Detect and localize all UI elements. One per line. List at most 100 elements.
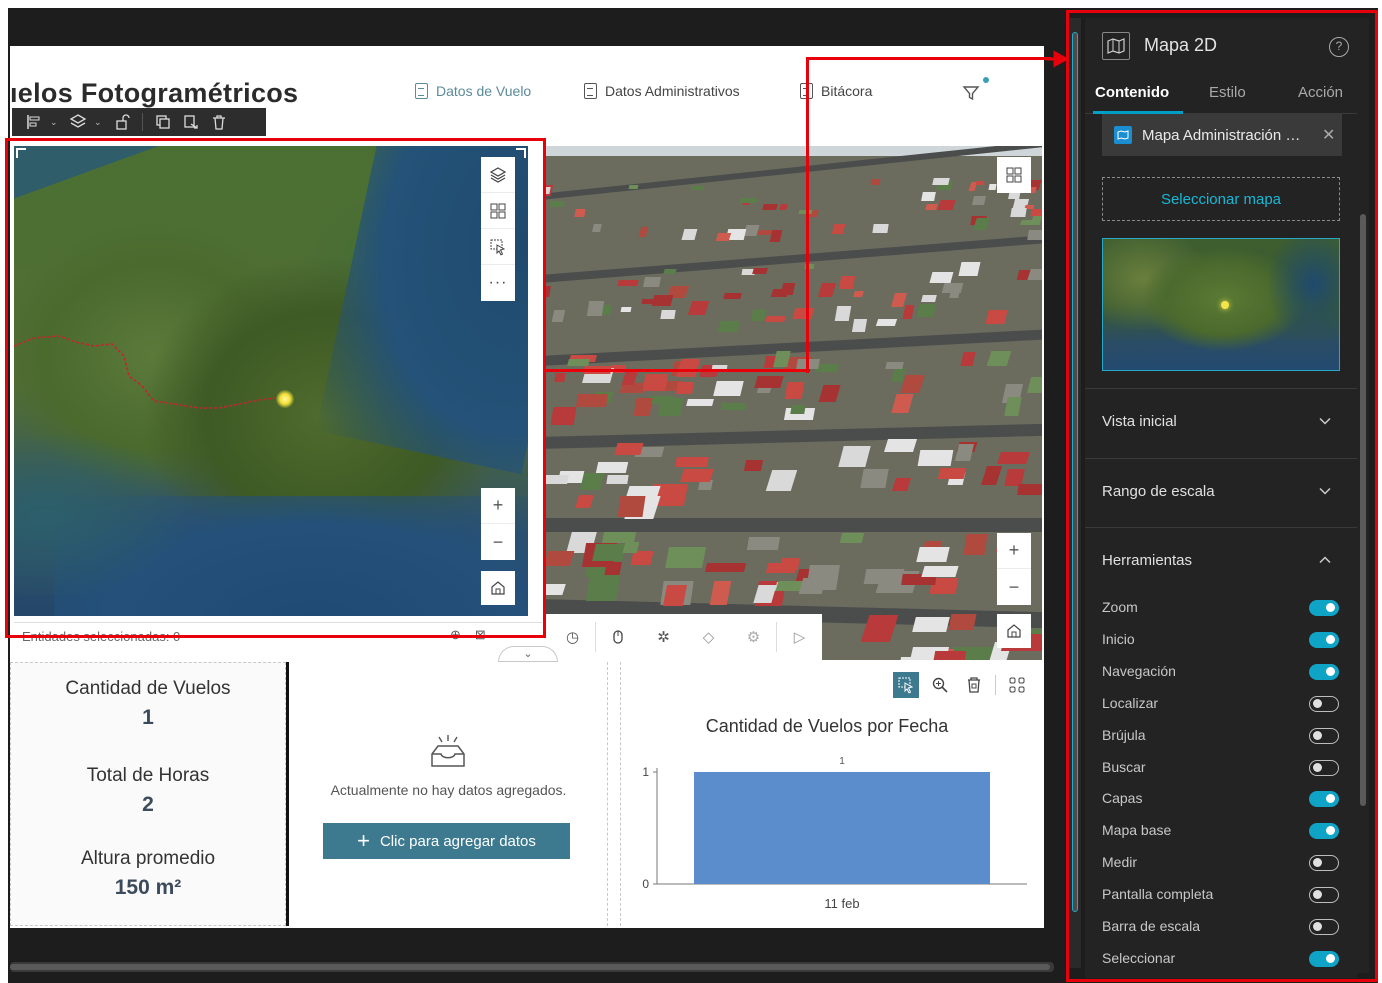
building-roof: [851, 318, 867, 333]
scene-basemap-button[interactable]: [997, 157, 1031, 193]
building-roof: [690, 186, 705, 191]
layers-order-button[interactable]: [66, 110, 90, 134]
collapse-toggle[interactable]: ⌄: [498, 646, 558, 662]
building-roof: [676, 381, 694, 395]
building-roof: [770, 288, 790, 297]
building-roof: [595, 461, 628, 474]
play-button[interactable]: ▷: [777, 614, 822, 660]
building-roof: [723, 293, 743, 300]
building-roof: [872, 224, 890, 234]
building-roof: [719, 402, 747, 411]
duplicate-button[interactable]: [151, 110, 175, 134]
zoom-icon: [932, 677, 948, 693]
building-roof: [997, 451, 1031, 465]
building-roof: [863, 568, 905, 585]
pan-button[interactable]: [596, 614, 641, 660]
eraser-button[interactable]: ◇: [686, 614, 731, 660]
timer-button[interactable]: ◷: [550, 614, 595, 660]
align-button[interactable]: [22, 110, 46, 134]
building-roof: [1003, 396, 1022, 416]
horizontal-scrollbar[interactable]: [10, 962, 1054, 972]
nav-bitacora[interactable]: Bitácora: [800, 80, 872, 102]
building-roof: [921, 294, 937, 302]
select-pointer-button[interactable]: ✲: [641, 614, 686, 660]
building-roof: [712, 380, 744, 396]
building-roof: [676, 358, 701, 377]
building-roof: [632, 397, 653, 416]
chevron-down-icon[interactable]: ⌄: [94, 110, 106, 134]
building-roof: [949, 290, 960, 298]
zoom-out-button[interactable]: −: [997, 569, 1031, 605]
chart-clear-button[interactable]: [961, 672, 987, 698]
scene-home-button[interactable]: [997, 614, 1031, 648]
copy-to-button[interactable]: [179, 110, 203, 134]
chart-more-button[interactable]: [1004, 672, 1030, 698]
data-label: 1: [839, 756, 845, 767]
chart-toolbar: [893, 672, 1030, 698]
building-roof: [972, 195, 987, 205]
basemap-gallery-icon: [1006, 167, 1022, 183]
nav-datos-de-vuelo[interactable]: Datos de Vuelo: [415, 80, 531, 102]
settings-button[interactable]: ⚙: [731, 614, 776, 660]
building-roof: [912, 617, 951, 633]
building-roof: [884, 439, 918, 453]
building-roof: [917, 450, 954, 466]
building-roof: [948, 614, 977, 630]
annotation-highlight-2d-map: [5, 138, 546, 638]
chart-title: Cantidad de Vuelos por Fecha: [705, 716, 949, 736]
empty-message: Actualmente no hay datos agregados.: [330, 782, 567, 798]
building-roof: [752, 267, 768, 274]
building-roof: [687, 301, 709, 316]
stat-label: Altura promedio: [80, 848, 216, 869]
select-pointer-icon: ✲: [657, 629, 670, 646]
divider: [142, 113, 143, 131]
x-tick-label: 11 feb: [824, 896, 859, 910]
building-roof: [930, 651, 967, 660]
zoom-in-button[interactable]: +: [997, 533, 1031, 569]
building-roof: [546, 584, 566, 596]
building-roof: [798, 578, 826, 595]
pan-icon: [613, 630, 624, 644]
chevron-down-icon[interactable]: ⌄: [50, 110, 62, 134]
stat-value: 150 m²: [114, 876, 182, 899]
building-roof: [891, 394, 915, 413]
building-roof: [762, 203, 779, 210]
building-roof: [641, 299, 654, 305]
building-roof: [620, 307, 633, 313]
nav-label: Datos de Vuelo: [436, 83, 532, 99]
scene-zoom-controls: + −: [997, 533, 1031, 605]
building-roof: [770, 229, 783, 242]
building-roof: [790, 405, 807, 415]
chart-zoom-button[interactable]: [927, 672, 953, 698]
building-roof: [1027, 269, 1042, 281]
chart-widget: Cantidad de Vuelos por Fecha 0 1 1 11 feb: [620, 662, 1044, 926]
filter-icon[interactable]: [962, 84, 980, 102]
building-roof: [891, 477, 912, 491]
add-data-button[interactable]: + Clic para agregar datos: [323, 823, 570, 859]
layers-icon: [69, 114, 87, 128]
building-roof: [576, 394, 608, 407]
building-roof: [834, 306, 851, 322]
building-roof: [747, 537, 781, 550]
building-roof: [937, 468, 967, 480]
delete-button[interactable]: [207, 110, 231, 134]
building-roof: [932, 177, 950, 185]
grid-menu-icon: [1009, 677, 1025, 693]
unlock-button[interactable]: [110, 110, 134, 134]
building-roof: [554, 373, 566, 382]
building-roof: [705, 563, 747, 573]
scrollbar-thumb[interactable]: [10, 964, 1050, 970]
copy-to-icon: [184, 115, 198, 129]
building-roof: [1030, 215, 1042, 225]
chevron-down-icon: ⌄: [523, 648, 533, 660]
chart-select-button[interactable]: [893, 672, 919, 698]
nav-datos-administrativos[interactable]: Datos Administrativos: [584, 80, 740, 102]
building-roof: [975, 180, 985, 185]
filter-active-dot: [983, 77, 989, 83]
empty-inbox-icon: [431, 735, 465, 767]
align-icon: [27, 115, 40, 129]
building-roof: [680, 468, 715, 482]
timer-icon: ◷: [565, 629, 580, 646]
scene-3d-view[interactable]: [546, 146, 1042, 660]
clear-selection-icon: [968, 677, 980, 693]
